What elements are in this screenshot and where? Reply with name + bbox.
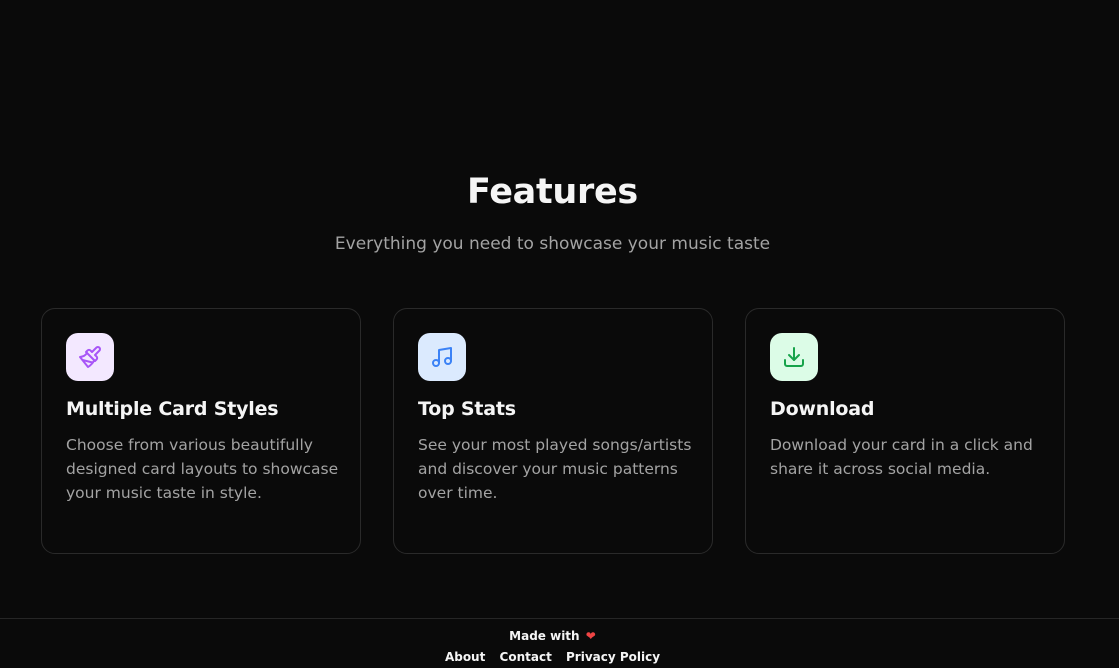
heart-icon: ❤ xyxy=(585,629,596,643)
features-title: Features xyxy=(467,172,638,212)
feature-card-download: Download Download your card in a click a… xyxy=(745,308,1065,554)
made-with-label: Made with xyxy=(509,629,580,643)
feature-card-top-stats: Top Stats See your most played songs/art… xyxy=(393,308,713,554)
card-description: Choose from various beautifully designed… xyxy=(66,436,339,502)
music-note-icon xyxy=(418,333,466,381)
download-icon xyxy=(770,333,818,381)
page: Features Everything you need to showcase… xyxy=(0,0,1119,668)
card-description: See your most played songs/artists and d… xyxy=(418,436,692,502)
footer-nav: About Contact Privacy Policy xyxy=(0,650,1105,664)
made-with-text: Made with ❤ xyxy=(0,629,1105,643)
footer-link-contact[interactable]: Contact xyxy=(500,650,552,664)
footer-link-privacy-policy[interactable]: Privacy Policy xyxy=(566,650,660,664)
paintbrush-icon xyxy=(66,333,114,381)
feature-card-multiple-card-styles: Multiple Card Styles Choose from various… xyxy=(41,308,361,554)
card-title: Top Stats xyxy=(418,398,516,420)
footer: Made with ❤ About Contact Privacy Policy xyxy=(0,618,1119,668)
card-description: Download your card in a click and share … xyxy=(770,436,1033,478)
card-title: Multiple Card Styles xyxy=(66,398,279,420)
footer-link-about[interactable]: About xyxy=(445,650,485,664)
features-subtitle: Everything you need to showcase your mus… xyxy=(334,234,771,254)
card-title: Download xyxy=(770,398,875,420)
